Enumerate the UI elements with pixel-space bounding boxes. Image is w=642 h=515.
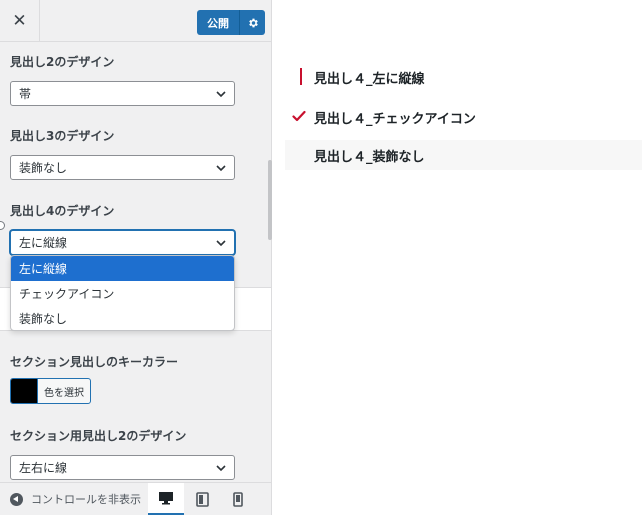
gear-icon bbox=[248, 18, 258, 27]
tablet-icon bbox=[195, 491, 209, 507]
chevron-down-icon bbox=[216, 240, 226, 247]
close-button[interactable]: ✕ bbox=[0, 0, 40, 42]
dropdown-option-left-line[interactable]: 左に縦線 bbox=[11, 256, 234, 281]
collapse-arrow-icon bbox=[10, 492, 23, 506]
color-swatch bbox=[11, 379, 37, 403]
section-key-color-label: セクション見出しのキーカラー bbox=[10, 355, 179, 369]
section-h2-design-label: セクション用見出し2のデザイン bbox=[10, 429, 187, 443]
section-h2-design-value: 左右に線 bbox=[19, 461, 68, 475]
h2-design-label: 見出し2のデザイン bbox=[10, 55, 115, 69]
h2-design-select[interactable]: 帯 bbox=[10, 81, 235, 106]
chevron-down-icon bbox=[216, 165, 226, 172]
collapse-sidebar-button[interactable]: コントロールを非表示 bbox=[0, 483, 148, 515]
customizer-header: ✕ 公開 bbox=[0, 0, 271, 42]
preview-heading-left-line: 見出し４_左に縦線 bbox=[314, 72, 425, 87]
h4-design-select[interactable]: 左に縦線 bbox=[10, 230, 235, 255]
desktop-icon bbox=[159, 491, 173, 504]
h4-design-label: 見出し4のデザイン bbox=[10, 204, 115, 218]
mobile-icon bbox=[233, 491, 243, 507]
collapse-sidebar-label: コントロールを非表示 bbox=[31, 493, 141, 506]
customizer-footer: コントロールを非表示 bbox=[0, 482, 271, 515]
publish-button[interactable]: 公開 bbox=[197, 10, 239, 35]
check-icon bbox=[292, 110, 306, 122]
h4-design-dropdown: 左に縦線 チェックアイコン 装飾なし bbox=[10, 255, 235, 331]
section-h2-design-select[interactable]: 左右に線 bbox=[10, 455, 235, 480]
scrollbar-thumb[interactable] bbox=[268, 160, 272, 240]
h2-design-value: 帯 bbox=[19, 87, 32, 101]
sidebar-scrollbar[interactable] bbox=[268, 42, 272, 482]
preview-tablet-button[interactable] bbox=[184, 483, 220, 515]
preview-heading-no-decoration: 見出し４_装飾なし bbox=[314, 150, 425, 165]
dropdown-option-check-icon[interactable]: チェックアイコン bbox=[11, 281, 234, 306]
h3-design-select[interactable]: 装飾なし bbox=[10, 155, 235, 180]
dropdown-option-no-decoration[interactable]: 装飾なし bbox=[11, 306, 234, 330]
color-picker-button[interactable]: 色を選択 bbox=[10, 378, 91, 404]
chevron-down-icon bbox=[216, 91, 226, 98]
chevron-down-icon bbox=[216, 465, 226, 472]
publish-button-group: 公開 bbox=[197, 10, 265, 35]
preview-mobile-button[interactable] bbox=[220, 483, 256, 515]
customizer-sidebar: ✕ 公開 見出し2のデザイン 帯 見出し3のデザイン 装飾なし 見出し4のデザイ… bbox=[0, 0, 272, 515]
resize-handle-icon[interactable] bbox=[0, 221, 5, 230]
left-line-decoration bbox=[300, 68, 302, 85]
preview-desktop-button[interactable] bbox=[148, 482, 184, 515]
h3-design-value: 装飾なし bbox=[19, 161, 68, 175]
h3-design-label: 見出し3のデザイン bbox=[10, 129, 115, 143]
h4-design-value: 左に縦線 bbox=[19, 236, 68, 250]
color-select-label: 色を選択 bbox=[37, 379, 90, 403]
preview-heading-check-icon: 見出し４_チェックアイコン bbox=[314, 112, 476, 127]
publish-settings-button[interactable] bbox=[239, 10, 265, 35]
